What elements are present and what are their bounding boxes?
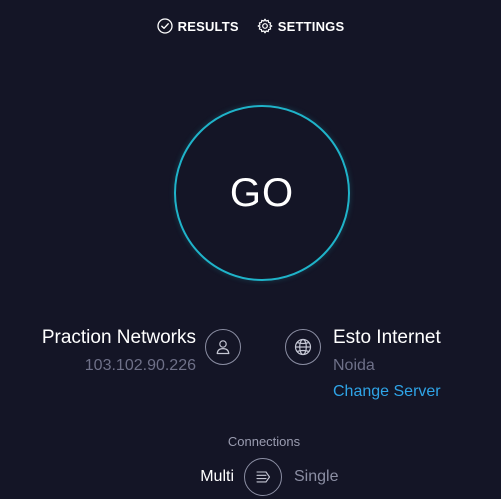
user-icon	[205, 329, 241, 365]
go-button[interactable]: GO	[174, 105, 350, 281]
settings-nav-label: SETTINGS	[277, 18, 345, 34]
server-city: Noida	[333, 357, 375, 374]
results-nav-button[interactable]: RESULTS	[156, 18, 239, 34]
globe-icon[interactable]	[285, 329, 321, 365]
results-nav-label: RESULTS	[177, 18, 239, 34]
change-server-link[interactable]: Change Server	[333, 382, 501, 402]
gear-icon	[257, 18, 273, 34]
check-circle-icon	[156, 18, 173, 34]
provider-ip: 103.102.90.226	[84, 357, 196, 374]
settings-nav-button[interactable]: SETTINGS	[257, 18, 345, 34]
server-name: Esto Internet	[333, 327, 441, 348]
go-label: GO	[229, 170, 295, 215]
provider-info: Praction Networks 103.102.90.226	[0, 326, 196, 376]
connections-multi-option[interactable]: Multi	[180, 468, 234, 486]
connections-single-option[interactable]: Single	[294, 468, 338, 486]
connections-toggle-icon[interactable]	[244, 458, 282, 496]
connections-title: Connections	[227, 434, 301, 449]
server-info: Esto Internet Noida Change Server	[333, 326, 501, 402]
provider-name: Praction Networks	[41, 327, 196, 348]
top-nav: RESULTS SETTINGS	[0, 18, 501, 34]
